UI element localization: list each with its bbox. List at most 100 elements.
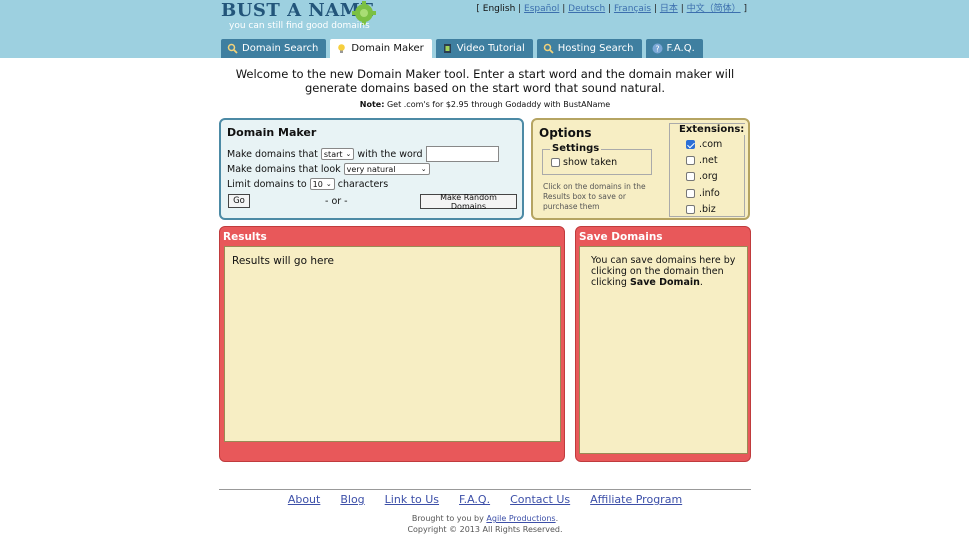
footer-link-contact[interactable]: Contact Us	[510, 493, 570, 506]
go-button[interactable]: Go	[228, 194, 250, 208]
ext-info-checkbox[interactable]	[686, 189, 695, 198]
footer-links: About Blog Link to Us F.A.Q. Contact Us …	[219, 493, 751, 506]
logo-tagline: you can still find good domains	[229, 21, 370, 31]
footer-divider	[219, 489, 751, 490]
footer-credits: Brought to you by Agile Productions. Cop…	[219, 513, 751, 535]
settings-legend: Settings	[550, 143, 602, 154]
show-taken-label[interactable]: show taken	[563, 157, 617, 168]
position-select[interactable]: start ⌄	[320, 148, 355, 160]
footer-link-affiliate[interactable]: Affiliate Program	[590, 493, 682, 506]
ext-label: .info	[699, 188, 720, 199]
credit-suffix: .	[555, 514, 559, 523]
lightbulb-icon	[338, 44, 346, 53]
results-panel: Results Results will go here	[219, 226, 565, 462]
magnifier-icon	[543, 43, 554, 54]
lang-japanese[interactable]: 日本	[660, 4, 678, 14]
options-panel: Options Settings show taken Click on the…	[531, 118, 750, 220]
select-value: 10	[312, 179, 323, 189]
help-icon: ?	[652, 43, 663, 54]
row-label: Make domains that	[227, 148, 318, 160]
film-icon	[443, 44, 451, 53]
credit-line: Brought to you by Agile Productions.	[219, 513, 751, 524]
chevron-down-icon: ⌄	[345, 150, 352, 158]
lang-chinese[interactable]: 中文（简体）	[687, 4, 741, 14]
select-value: start	[323, 149, 343, 159]
or-separator: - or -	[325, 196, 348, 207]
tab-label: Domain Maker	[351, 43, 424, 54]
extensions-legend: Extensions:	[678, 124, 746, 135]
ext-com-checkbox[interactable]	[686, 140, 695, 149]
tab-video-tutorial[interactable]: Video Tutorial	[435, 39, 533, 58]
chevron-down-icon: ⌄	[420, 165, 427, 173]
agile-productions-link[interactable]: Agile Productions	[486, 514, 555, 523]
ext-biz[interactable]: .biz	[686, 204, 716, 215]
lang-english[interactable]: English	[483, 4, 516, 14]
ext-org-checkbox[interactable]	[686, 172, 695, 181]
limit-select[interactable]: 10 ⌄	[309, 178, 335, 190]
ext-label: .org	[699, 171, 718, 182]
tab-label: Hosting Search	[557, 43, 634, 54]
ext-label: .biz	[699, 204, 716, 215]
main-tabs: Domain Search Domain Maker Video Tutoria…	[221, 39, 703, 58]
results-list[interactable]: Results will go here	[224, 246, 561, 442]
tab-label: Domain Search	[242, 43, 319, 54]
credit-prefix: Brought to you by	[411, 514, 487, 523]
footer-link-link-to-us[interactable]: Link to Us	[385, 493, 439, 506]
domain-maker-panel: Domain Maker Make domains that start ⌄ wi…	[219, 118, 524, 220]
tab-domain-search[interactable]: Domain Search	[221, 39, 327, 58]
start-word-row: Make domains that start ⌄ with the word	[227, 146, 499, 162]
settings-group: Settings show taken	[542, 143, 652, 175]
svg-text:?: ?	[655, 44, 659, 53]
tab-label: F.A.Q.	[666, 43, 695, 54]
ext-info[interactable]: .info	[686, 188, 720, 199]
save-instructions: You can save domains here by clicking on…	[591, 255, 741, 288]
tab-faq[interactable]: ? F.A.Q.	[645, 39, 703, 58]
promo-note: Note: Get .com's for $2.95 through Godad…	[219, 100, 751, 109]
lang-german[interactable]: Deutsch	[568, 4, 605, 14]
look-row: Make domains that look very natural ⌄	[227, 163, 430, 175]
lang-french[interactable]: Français	[614, 4, 651, 14]
ext-label: .net	[699, 155, 718, 166]
ext-net[interactable]: .net	[686, 155, 718, 166]
save-domains-panel: Save Domains You can save domains here b…	[575, 226, 751, 462]
show-taken-checkbox[interactable]	[551, 158, 560, 167]
row-label: with the word	[357, 148, 423, 160]
limit-row: Limit domains to 10 ⌄ characters	[227, 178, 388, 190]
lang-spanish[interactable]: Español	[524, 4, 559, 14]
row-label: Make domains that look	[227, 163, 341, 175]
footer-link-blog[interactable]: Blog	[340, 493, 364, 506]
extensions-group: Extensions: .com .net .org .info .biz	[669, 123, 746, 217]
tab-hosting-search[interactable]: Hosting Search	[536, 39, 642, 58]
tab-label: Video Tutorial	[456, 43, 525, 54]
random-domains-button[interactable]: Make Random Domains	[420, 193, 517, 211]
results-title: Results	[223, 231, 267, 243]
magnifier-icon	[227, 43, 238, 54]
ext-net-checkbox[interactable]	[686, 156, 695, 165]
chevron-down-icon: ⌄	[325, 180, 332, 188]
language-selector: [ English | Español | Deutsch | Français…	[476, 4, 747, 14]
ext-label: .com	[699, 139, 723, 150]
footer-link-about[interactable]: About	[288, 493, 321, 506]
ext-org[interactable]: .org	[686, 171, 718, 182]
options-title: Options	[539, 126, 592, 140]
save-text-end: .	[699, 277, 703, 288]
start-word-input[interactable]	[425, 146, 499, 162]
domain-maker-title: Domain Maker	[227, 126, 317, 139]
note-label: Note:	[359, 100, 385, 109]
row-label: characters	[337, 178, 389, 190]
save-text-bold: Save Domain	[629, 277, 700, 288]
look-select[interactable]: very natural ⌄	[343, 163, 430, 175]
footer-link-faq[interactable]: F.A.Q.	[459, 493, 490, 506]
tab-domain-maker[interactable]: Domain Maker	[330, 39, 432, 58]
note-text: Get .com's for $2.95 through Godaddy wit…	[384, 100, 611, 109]
intro-text: Welcome to the new Domain Maker tool. En…	[235, 67, 735, 95]
options-help: Click on the domains in the Results box …	[543, 182, 646, 211]
ext-com[interactable]: .com	[686, 139, 722, 150]
results-placeholder: Results will go here	[232, 255, 335, 267]
ext-biz-checkbox[interactable]	[686, 205, 695, 214]
saved-domains-list[interactable]: You can save domains here by clicking on…	[579, 246, 748, 454]
row-label: Limit domains to	[227, 178, 307, 190]
site-logo[interactable]: BUST A NAME you can still find good doma…	[219, 0, 389, 36]
copyright: Copyright © 2013 All Rights Reserved.	[407, 525, 563, 534]
site-header: BUST A NAME you can still find good doma…	[0, 0, 969, 58]
